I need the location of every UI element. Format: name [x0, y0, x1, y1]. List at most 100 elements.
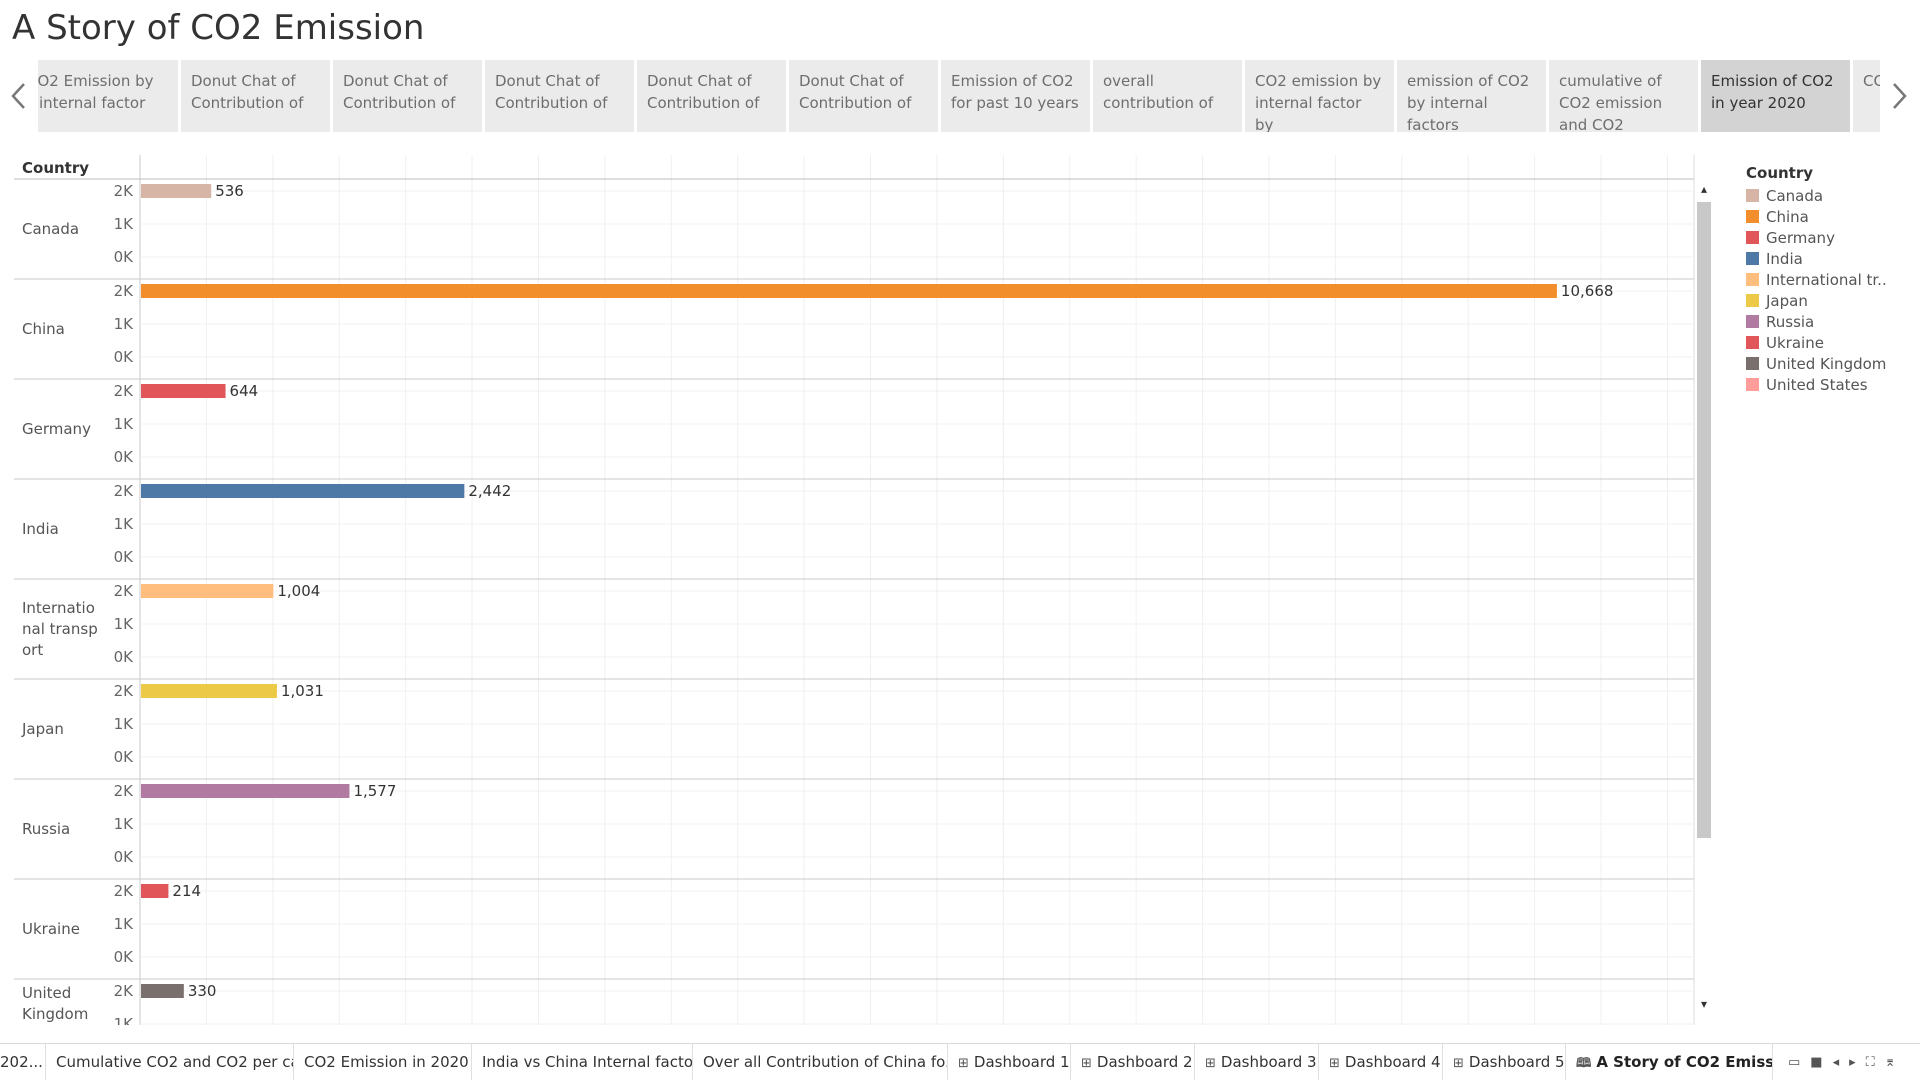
bar-value-label: 536: [215, 182, 244, 200]
bar-germany[interactable]: [141, 384, 226, 398]
tab-label: Cumulative CO2 and CO2 per ca...: [56, 1053, 294, 1071]
sheet-tab-11[interactable]: 🕮 A Story of CO2 Emission: [1566, 1044, 1773, 1080]
legend-label: China: [1766, 207, 1809, 226]
bar-japan[interactable]: [141, 684, 277, 698]
bar-value-label: 214: [172, 882, 201, 900]
tab-label: Over all Contribution of China fo...: [703, 1053, 948, 1071]
story-point-10[interactable]: emission of CO2 by internal factors: [1397, 60, 1546, 132]
sheet-tab-9[interactable]: ⊞ Dashboard 4: [1319, 1044, 1443, 1080]
legend-label: United States: [1766, 375, 1868, 394]
story-point-5[interactable]: Donut Chat of Contribution of: [637, 60, 786, 132]
legend-item-canada[interactable]: Canada: [1746, 185, 1916, 206]
row-header: Country: [22, 159, 90, 177]
story-point-13[interactable]: CO2 E India: [1853, 60, 1880, 132]
bar-india[interactable]: [141, 484, 465, 498]
sheet-tab-1[interactable]: 202...: [0, 1044, 46, 1080]
sheet-tab-5[interactable]: Over all Contribution of China fo...: [693, 1044, 948, 1080]
legend-title: Country: [1746, 164, 1814, 182]
tab-label: Dashboard 5: [1468, 1053, 1565, 1071]
bar-value-label: 330: [188, 982, 217, 1000]
y-tick-label: 0K: [114, 948, 135, 966]
chevron-right-icon: [1893, 83, 1907, 109]
row-label-ukraine: Ukraine: [22, 919, 80, 938]
color-legend: Country Canada China Germany India Internati…: [1746, 164, 1916, 395]
story-point-1[interactable]: CO2 Emission by internal factor: [38, 60, 178, 132]
y-tick-label: 2K: [114, 582, 135, 600]
fit-tabs-icon[interactable]: ⛶: [1866, 1055, 1875, 1070]
scroll-thumb[interactable]: [1697, 202, 1711, 838]
story-point-4[interactable]: Donut Chat of Contribution of: [485, 60, 634, 132]
bar-value-label: 2,442: [468, 482, 511, 500]
story-point-11[interactable]: cumulative of CO2 emission and CO2: [1549, 60, 1698, 132]
story-points-strip: CO2 Emission by internal factor Donut Cha…: [38, 60, 1880, 132]
sheet-tab-7[interactable]: ⊞ Dashboard 2: [1071, 1044, 1195, 1080]
story-point-8[interactable]: overall contribution of: [1093, 60, 1242, 132]
tab-label: A Story of CO2 Emission: [1596, 1053, 1772, 1071]
y-tick-label: 0K: [114, 548, 135, 566]
legend-item-japan[interactable]: Japan: [1746, 290, 1916, 311]
bar-canada[interactable]: [141, 184, 212, 198]
story-point-7[interactable]: Emission of CO2 for past 10 years: [941, 60, 1090, 132]
dashboard-icon: ⊞: [1081, 1056, 1092, 1071]
tab-label: Dashboard 2: [1096, 1053, 1193, 1071]
legend-item-ukraine[interactable]: Ukraine: [1746, 332, 1916, 353]
story-point-6[interactable]: Donut Chat of Contribution of: [789, 60, 938, 132]
legend-item-united-states[interactable]: United States: [1746, 374, 1916, 395]
bar-international-transport[interactable]: [141, 584, 274, 598]
tab-label: India vs China Internal factor: [482, 1053, 693, 1071]
legend-item-india[interactable]: India: [1746, 248, 1916, 269]
y-tick-label: 2K: [114, 982, 135, 1000]
legend-swatch: [1746, 273, 1759, 286]
legend-swatch: [1746, 378, 1759, 391]
show-filmstrip-icon[interactable]: ■: [1810, 1055, 1822, 1070]
story-title: A Story of CO2 Emission: [12, 8, 425, 48]
sheet-tab-3[interactable]: CO2 Emission in 2020: [294, 1044, 472, 1080]
story-point-12[interactable]: Emission of CO2 in year 2020: [1701, 60, 1850, 132]
story-point-9[interactable]: CO2 emission by internal factor by: [1245, 60, 1394, 132]
legend-item-china[interactable]: China: [1746, 206, 1916, 227]
tab-label: 202...: [0, 1053, 43, 1071]
story-next-button[interactable]: [1880, 60, 1918, 132]
sheet-tab-6[interactable]: ⊞ Dashboard 1: [948, 1044, 1071, 1080]
bar-china[interactable]: [141, 284, 1557, 298]
legend-item-germany[interactable]: Germany: [1746, 227, 1916, 248]
dashboard-icon: ⊞: [1453, 1056, 1464, 1071]
bar-united-kingdom[interactable]: [141, 984, 184, 998]
legend-swatch: [1746, 231, 1759, 244]
legend-item-international-tr[interactable]: International tr..: [1746, 269, 1916, 290]
tab-label: Dashboard 1: [973, 1053, 1070, 1071]
show-sheet-sorter-icon[interactable]: ▭: [1788, 1055, 1800, 1070]
legend-item-united-kingdom[interactable]: United Kingdom: [1746, 353, 1916, 374]
bar-russia[interactable]: [141, 784, 350, 798]
story-prev-button[interactable]: [0, 60, 38, 132]
story-icon: 🕮: [1576, 1056, 1592, 1071]
bar-ukraine[interactable]: [141, 884, 169, 898]
scroll-up-button[interactable]: ▴: [1695, 180, 1713, 198]
legend-swatch: [1746, 210, 1759, 223]
dashboard-icon: ⊞: [958, 1056, 969, 1071]
legend-item-russia[interactable]: Russia: [1746, 311, 1916, 332]
sheet-tab-8[interactable]: ⊞ Dashboard 3: [1195, 1044, 1319, 1080]
story-point-3[interactable]: Donut Chat of Contribution of: [333, 60, 482, 132]
row-label-japan: Japan: [22, 719, 64, 738]
row-label-international-transport: Internatio nal transp ort: [22, 598, 98, 659]
y-tick-label: 1K: [114, 1015, 135, 1025]
bar-chart: 2K 1K 0K 536 2K 1K 0K 10,668 2K 1K 0K 644 2K 1K 0K 2,44…: [0, 155, 1715, 1025]
sheet-tab-2[interactable]: Cumulative CO2 and CO2 per ca...: [46, 1044, 294, 1080]
scroll-tabs-left-icon[interactable]: ◂: [1833, 1055, 1840, 1070]
scroll-down-button[interactable]: ▾: [1695, 995, 1713, 1013]
legend-label: Japan: [1766, 291, 1808, 310]
presentation-mode-icon[interactable]: ⌆: [1885, 1055, 1896, 1070]
row-label-russia: Russia: [22, 819, 71, 838]
story-navigator: CO2 Emission by internal factor Donut Cha…: [0, 60, 1920, 132]
chart-scrollbar[interactable]: ▴ ▾: [1695, 180, 1713, 1015]
sheet-tab-10[interactable]: ⊞ Dashboard 5: [1443, 1044, 1566, 1080]
bar-value-label: 1,031: [281, 682, 324, 700]
sheet-tab-4[interactable]: India vs China Internal factor: [472, 1044, 693, 1080]
dashboard-icon: ⊞: [1205, 1056, 1216, 1071]
bar-value-label: 1,004: [277, 582, 320, 600]
bar-value-label: 1,577: [353, 782, 396, 800]
scroll-tabs-right-icon[interactable]: ▸: [1849, 1055, 1856, 1070]
story-point-2[interactable]: Donut Chat of Contribution of: [181, 60, 330, 132]
y-tick-label: 0K: [114, 748, 135, 766]
